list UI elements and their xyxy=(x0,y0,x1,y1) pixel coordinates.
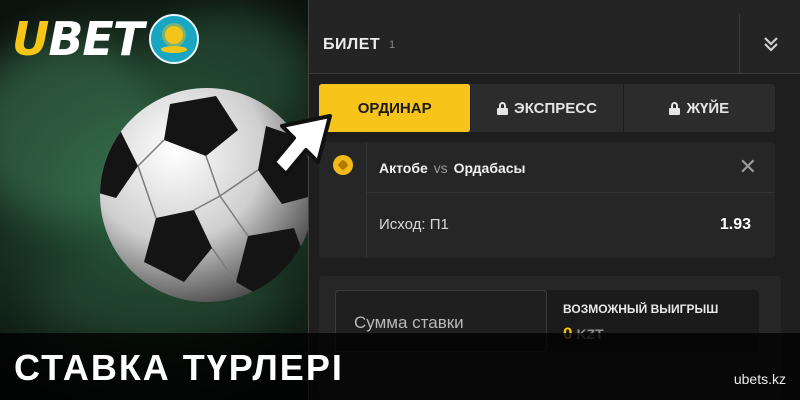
remove-bet-close-icon[interactable]: ✕ xyxy=(739,154,757,180)
team-home: Актобе xyxy=(379,160,428,176)
ubet-logo: UBET xyxy=(12,12,200,66)
promo-image: UBET БИЛЕТ 1 ОРДИНАР ЭКСПРЕСС ЖҮЙЕ Актоб… xyxy=(0,0,800,400)
kazakhstan-flag-icon xyxy=(149,14,200,64)
tab-system-label: ЖҮЙЕ xyxy=(686,99,730,117)
bet-odds: 1.93 xyxy=(719,216,751,233)
collapse-button[interactable] xyxy=(739,14,800,74)
tab-express[interactable]: ЭКСПРЕСС xyxy=(471,84,624,132)
double-chevron-down-icon xyxy=(763,37,778,52)
match-title: Актобе vs Ордабасы xyxy=(379,160,526,176)
tab-express-label: ЭКСПРЕСС xyxy=(514,99,597,117)
logo-u: U xyxy=(12,12,49,66)
possible-win-label: ВОЗМОЖНЫЙ ВЫИГРЫШ xyxy=(563,302,719,316)
vs-label: vs xyxy=(433,160,448,176)
logo-bet: BET xyxy=(48,12,144,66)
banner-title: СТАВКА ТҮРЛЕРІ xyxy=(14,347,344,388)
lock-icon xyxy=(669,101,681,115)
bet-slip-header: БИЛЕТ 1 xyxy=(309,0,800,74)
divider xyxy=(367,192,775,193)
team-away: Ордабасы xyxy=(453,160,526,176)
tab-system[interactable]: ЖҮЙЕ xyxy=(624,84,775,132)
bet-slip-count: 1 xyxy=(389,39,396,51)
bet-type-tabs: ОРДИНАР ЭКСПРЕСС ЖҮЙЕ xyxy=(319,84,775,132)
bet-item: Актобе vs Ордабасы ✕ Исход: П1 1.93 xyxy=(319,142,775,258)
bet-slip-title: БИЛЕТ xyxy=(323,36,381,53)
bottom-banner: СТАВКА ТҮРЛЕРІ ubets.kz xyxy=(0,333,800,400)
lock-icon xyxy=(497,101,509,115)
tab-single-label: ОРДИНАР xyxy=(357,99,432,117)
pointer-arrow-icon xyxy=(272,114,332,176)
site-url: ubets.kz xyxy=(733,371,786,387)
bet-outcome: Исход: П1 xyxy=(379,216,449,233)
